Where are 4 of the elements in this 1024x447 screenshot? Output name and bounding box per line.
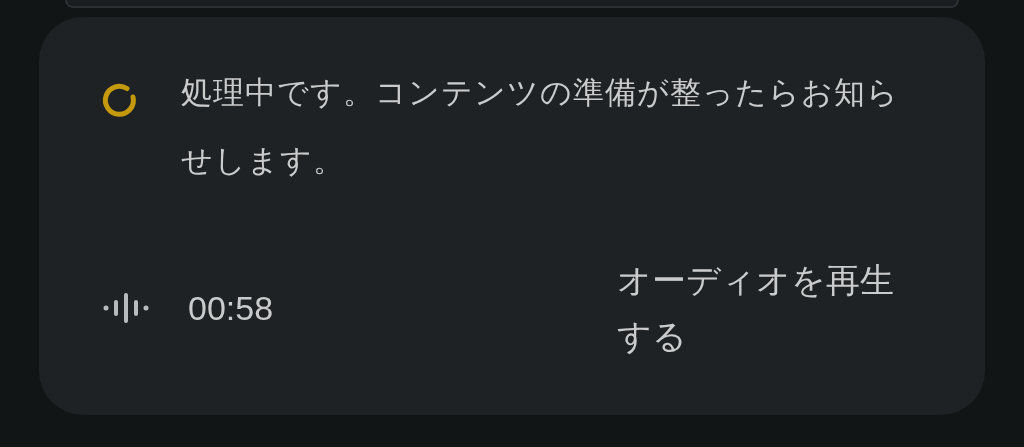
waveform-icon xyxy=(102,290,150,326)
audio-duration: 00:58 xyxy=(188,288,274,328)
status-message: 処理中です。コンテンツの準備が整ったらお知らせします。 xyxy=(181,73,900,180)
play-audio-button[interactable]: オーディオを再生する xyxy=(617,252,918,364)
